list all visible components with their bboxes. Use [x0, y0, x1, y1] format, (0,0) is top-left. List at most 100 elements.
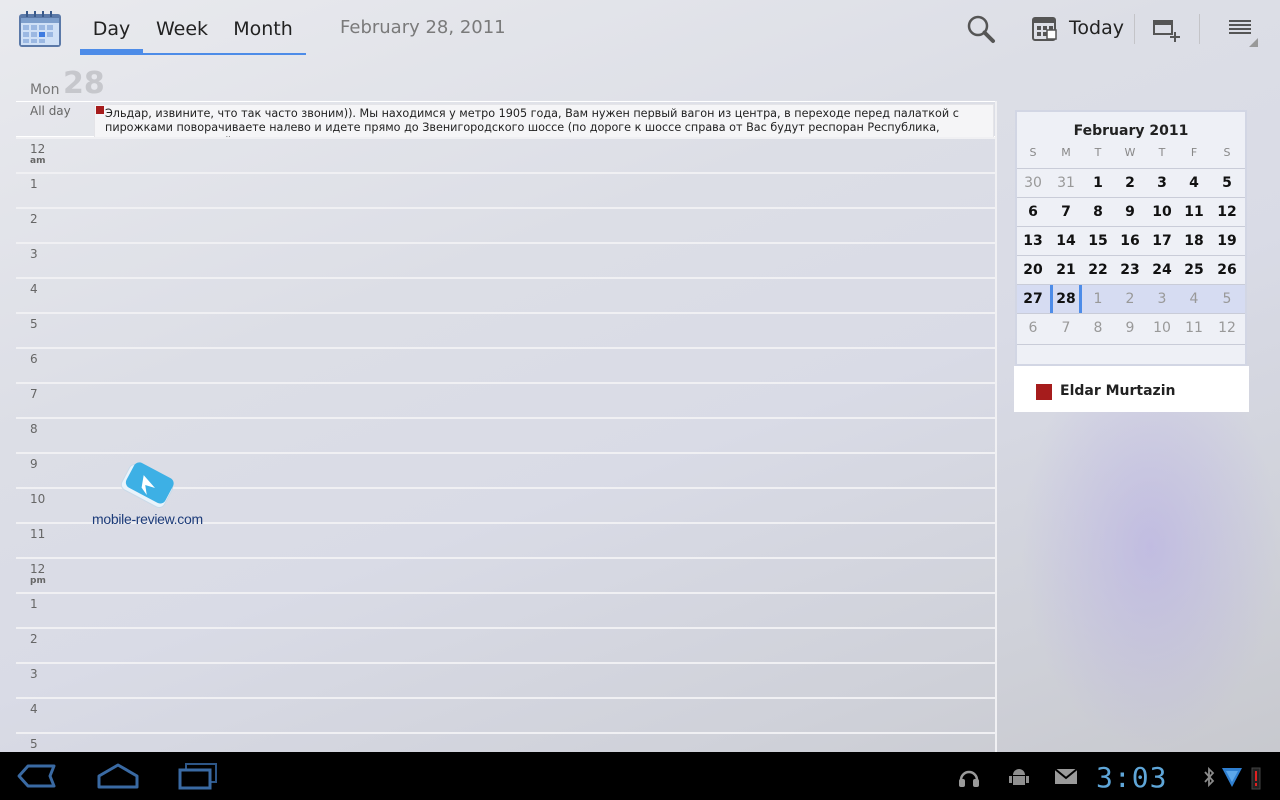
- hour-row[interactable]: 1: [16, 172, 996, 207]
- mini-calendar-day[interactable]: 24: [1146, 256, 1178, 284]
- mini-calendar-day[interactable]: 5: [1211, 285, 1243, 313]
- date-title: February 28, 2011: [340, 17, 506, 38]
- today-button[interactable]: Today: [1030, 10, 1130, 48]
- allday-row[interactable]: All day Эльдар, извините, что так часто …: [16, 101, 996, 138]
- tab-day[interactable]: Day: [80, 0, 143, 56]
- divider: [1199, 14, 1200, 44]
- mail-icon[interactable]: [1053, 766, 1079, 786]
- hour-row[interactable]: 12 pm: [16, 557, 996, 592]
- home-button[interactable]: [96, 760, 140, 792]
- hour-row[interactable]: 12 am: [16, 137, 996, 172]
- mini-calendar-day[interactable]: 14: [1050, 227, 1082, 255]
- mini-calendar-day-selected[interactable]: 28: [1050, 285, 1082, 313]
- mini-calendar-day[interactable]: 11: [1178, 314, 1210, 342]
- hour-label: 10: [30, 492, 46, 506]
- bluetooth-icon[interactable]: [1202, 766, 1216, 788]
- recent-apps-icon: [178, 763, 217, 790]
- watermark-text: mobile-review.com: [92, 511, 203, 527]
- back-icon: [17, 764, 56, 788]
- new-event-button[interactable]: [1146, 10, 1190, 48]
- mini-calendar-day[interactable]: 15: [1082, 227, 1114, 255]
- mini-calendar-day[interactable]: 8: [1082, 198, 1114, 226]
- hour-label: 7: [30, 387, 38, 401]
- action-bar: Day Week Month February 28, 2011 Today: [0, 0, 1280, 58]
- hour-row[interactable]: 8: [16, 417, 996, 452]
- headphones-icon[interactable]: [957, 766, 981, 787]
- hour-row[interactable]: 5: [16, 312, 996, 347]
- mini-calendar-day[interactable]: 22: [1082, 256, 1114, 284]
- hour-row[interactable]: 3: [16, 662, 996, 697]
- day-number: 28: [63, 66, 105, 101]
- back-button[interactable]: [16, 760, 58, 792]
- hour-row[interactable]: 2: [16, 207, 996, 242]
- mini-calendar: February 2011 S M T W T F S 30 31 1 2 3 4 5 6 7 8 9 10 11 12…: [1015, 110, 1247, 366]
- mini-calendar-day[interactable]: 12: [1211, 198, 1243, 226]
- mini-calendar-day[interactable]: 3: [1146, 285, 1178, 313]
- menu-button[interactable]: [1216, 10, 1260, 48]
- mini-calendar-day[interactable]: 21: [1050, 256, 1082, 284]
- mini-calendar-day[interactable]: 10: [1146, 198, 1178, 226]
- mini-calendar-day[interactable]: 1: [1082, 169, 1114, 197]
- mini-calendar-day[interactable]: 11: [1178, 198, 1210, 226]
- hour-row[interactable]: 7: [16, 382, 996, 417]
- hour-row[interactable]: 6: [16, 347, 996, 382]
- mini-calendar-day[interactable]: 16: [1114, 227, 1146, 255]
- hour-row[interactable]: 1: [16, 592, 996, 627]
- mini-calendar-day[interactable]: 4: [1178, 169, 1210, 197]
- mini-calendar-day[interactable]: 4: [1178, 285, 1210, 313]
- hour-row[interactable]: 5: [16, 732, 996, 752]
- recent-apps-button[interactable]: [177, 760, 219, 792]
- home-icon: [97, 763, 139, 789]
- mini-calendar-day[interactable]: 1: [1082, 285, 1114, 313]
- calendar-app-icon[interactable]: [18, 10, 62, 48]
- mini-calendar-day[interactable]: 13: [1017, 227, 1049, 255]
- mini-calendar-day[interactable]: 7: [1050, 314, 1082, 342]
- battery-icon[interactable]: [1249, 766, 1263, 790]
- mini-calendar-day[interactable]: 5: [1211, 169, 1243, 197]
- tab-week[interactable]: Week: [143, 0, 221, 56]
- mini-calendar-day[interactable]: 20: [1017, 256, 1049, 284]
- mini-calendar-day[interactable]: 10: [1146, 314, 1178, 342]
- mini-calendar-day[interactable]: 12: [1211, 314, 1243, 342]
- search-icon: [967, 15, 995, 43]
- mini-calendar-day[interactable]: 18: [1178, 227, 1210, 255]
- mini-calendar-week: 6 7 8 9 10 11 12: [1017, 197, 1245, 226]
- mini-calendar-day[interactable]: 17: [1146, 227, 1178, 255]
- hour-row[interactable]: 4: [16, 697, 996, 732]
- search-button[interactable]: [962, 10, 1002, 48]
- mini-calendar-day[interactable]: 27: [1017, 285, 1049, 313]
- mini-calendar-day[interactable]: 31: [1050, 169, 1082, 197]
- hour-row[interactable]: 2: [16, 627, 996, 662]
- mini-calendar-day[interactable]: 23: [1114, 256, 1146, 284]
- grid-divider: [995, 101, 997, 752]
- mini-calendar-day[interactable]: 26: [1211, 256, 1243, 284]
- hour-row[interactable]: 4: [16, 277, 996, 312]
- watermark: mobile-review.com: [92, 460, 203, 530]
- mini-calendar-day[interactable]: 9: [1114, 198, 1146, 226]
- mini-calendar-day[interactable]: 2: [1114, 169, 1146, 197]
- android-debug-icon[interactable]: [1007, 766, 1031, 786]
- mini-calendar-weekday: S: [1029, 146, 1037, 159]
- mini-calendar-day[interactable]: 9: [1114, 314, 1146, 342]
- mini-calendar-day[interactable]: 30: [1017, 169, 1049, 197]
- mini-calendar-day[interactable]: 25: [1178, 256, 1210, 284]
- mini-calendar-day[interactable]: 2: [1114, 285, 1146, 313]
- tab-month[interactable]: Month: [221, 0, 305, 56]
- mini-calendar-day[interactable]: 6: [1017, 314, 1049, 342]
- hour-label: 5: [30, 317, 38, 331]
- mini-calendar-day[interactable]: 19: [1211, 227, 1243, 255]
- mini-calendar-weekday: W: [1124, 146, 1136, 159]
- allday-event[interactable]: Эльдар, извините, что так часто звоним))…: [94, 104, 994, 138]
- status-clock[interactable]: 3:03: [1096, 761, 1167, 794]
- mini-calendar-day[interactable]: 8: [1082, 314, 1114, 342]
- mini-calendar-day[interactable]: 6: [1017, 198, 1049, 226]
- mini-calendar-day[interactable]: 7: [1050, 198, 1082, 226]
- hour-row[interactable]: 3: [16, 242, 996, 277]
- new-event-icon: [1153, 20, 1180, 42]
- day-grid[interactable]: All day Эльдар, извините, что так часто …: [16, 101, 996, 752]
- hour-label: 9: [30, 457, 38, 471]
- wifi-icon[interactable]: [1220, 766, 1244, 787]
- today-label: Today: [1069, 17, 1124, 39]
- mini-calendar-day[interactable]: 3: [1146, 169, 1178, 197]
- hour-label: 3: [30, 667, 38, 681]
